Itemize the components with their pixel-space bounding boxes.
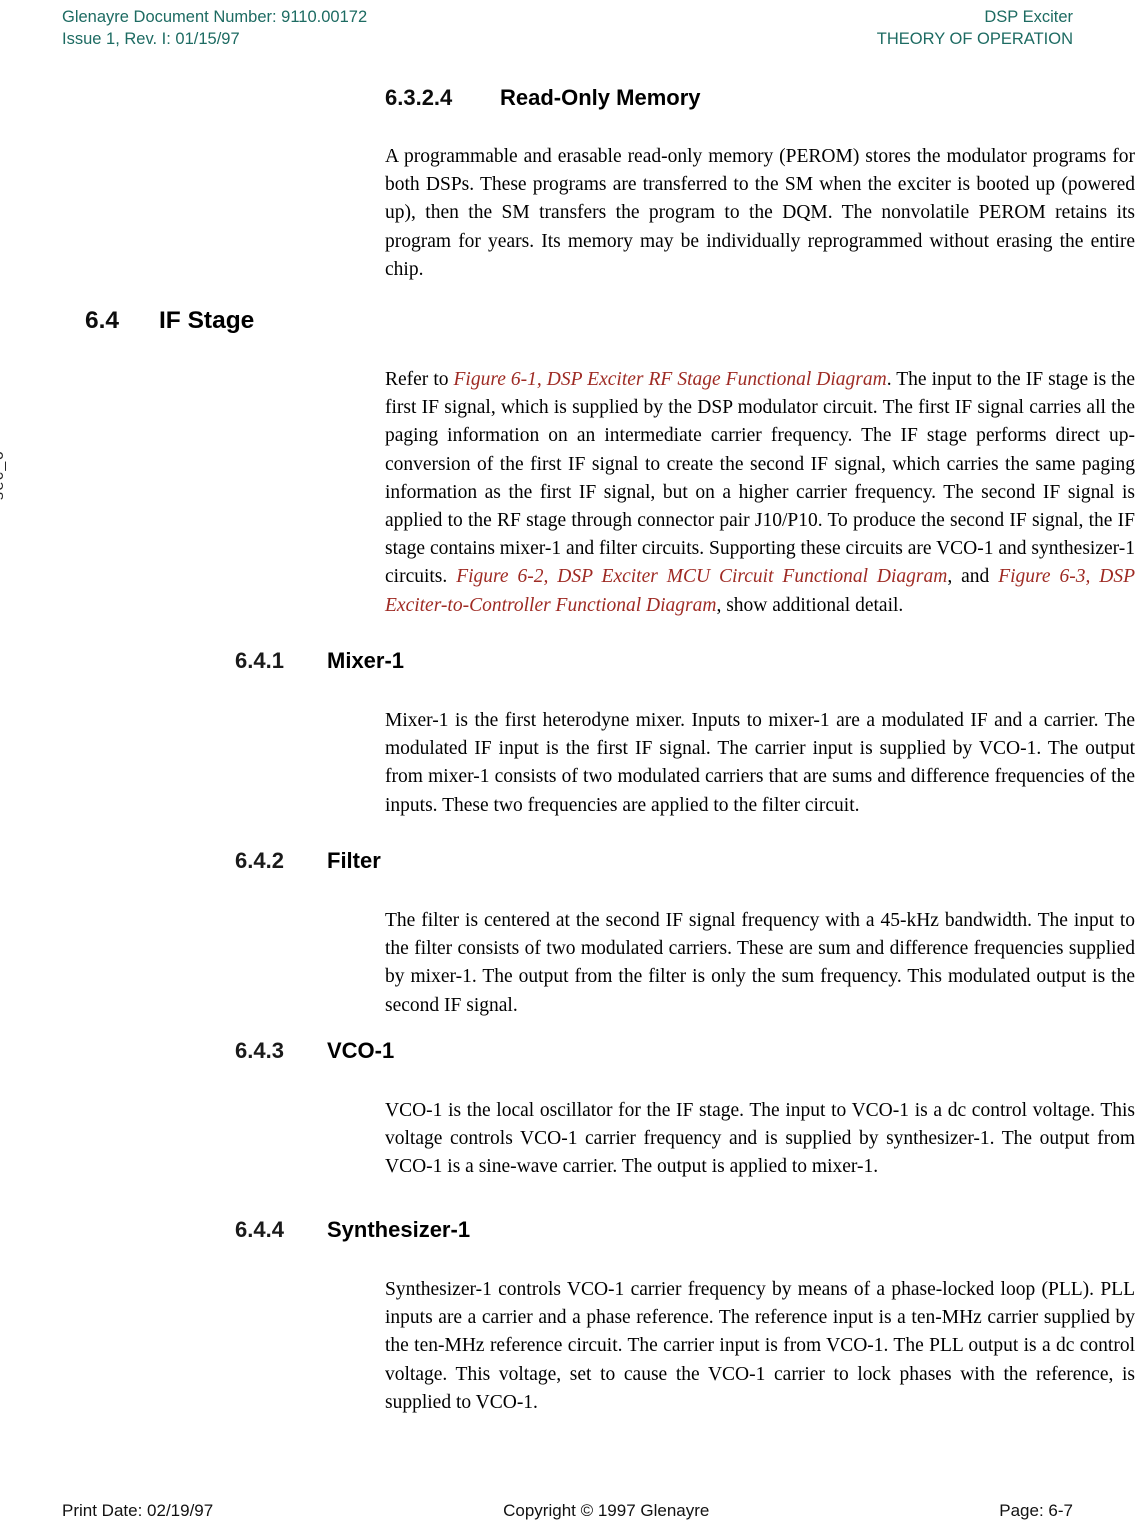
header-product-name: DSP Exciter [984,8,1073,26]
cross-reference-figure-6-1[interactable]: Figure 6-1, DSP Exciter RF Stage Functio… [454,369,887,390]
heading-6-3-2-4: 6.3.2.4 Read-Only Memory [385,84,1105,112]
heading-6-4-3-title: VCO-1 [327,1038,395,1063]
heading-6-4-title: IF Stage [159,307,255,334]
header-left-block: Glenayre Document Number: 9110.00172 Iss… [62,6,367,50]
section-side-tab-label: sec_6 [0,449,7,500]
heading-6-4-2-number: 6.4.2 [235,848,284,873]
paragraph-6-4-text-2: . The input to the IF stage is the first… [385,369,1135,588]
heading-6-4: 6.4 IF Stage [85,306,1085,336]
heading-6-4-1-number: 6.4.1 [235,648,284,673]
paragraph-6-4-4: Synthesizer-1 controls VCO-1 carrier fre… [385,1279,1135,1413]
document-page: Glenayre Document Number: 9110.00172 Iss… [0,0,1135,1537]
footer-page-number: Page: 6-7 [999,1501,1073,1520]
header-document-number: Glenayre Document Number: 9110.00172 [62,8,368,26]
heading-6-4-4-number: 6.4.4 [235,1217,284,1242]
heading-6-4-2-title: Filter [327,848,381,873]
page-header: Glenayre Document Number: 9110.00172 Iss… [62,6,1073,56]
heading-6-3-2-4-number: 6.3.2.4 [385,85,453,110]
paragraph-6-4-2: The filter is centered at the second IF … [385,910,1135,1016]
heading-6-4-3: 6.4.3 VCO-1 [235,1037,1115,1065]
footer-copyright: Copyright © 1997 Glenayre [503,1501,710,1520]
paragraph-6-4-1: Mixer-1 is the first heterodyne mixer. I… [385,710,1135,816]
header-right-block: DSP Exciter THEORY OF OPERATION [877,6,1073,50]
paragraph-6-3-2-4: A programmable and erasable read-only me… [385,146,1135,280]
heading-6-4-number: 6.4 [85,307,120,334]
cross-reference-figure-6-2[interactable]: Figure 6-2, DSP Exciter MCU Circuit Func… [456,566,947,587]
paragraph-6-4-text-3: , and [947,566,999,588]
section-side-tab: sec_6 [0,380,32,500]
heading-6-4-3-number: 6.4.3 [235,1038,284,1063]
heading-6-3-2-4-title: Read-Only Memory [500,85,701,110]
heading-6-4-4-title: Synthesizer-1 [327,1217,471,1242]
page-footer: Print Date: 02/19/97 Copyright © 1997 Gl… [62,1496,1073,1526]
header-chapter-title: THEORY OF OPERATION [876,30,1073,48]
paragraph-6-4-text-1: Refer to [385,369,454,390]
heading-6-4-1: 6.4.1 Mixer-1 [235,647,1115,675]
heading-6-4-4: 6.4.4 Synthesizer-1 [235,1216,1115,1244]
heading-6-4-1-title: Mixer-1 [327,648,405,673]
paragraph-6-4: Refer to Figure 6-1, DSP Exciter RF Stag… [385,366,1135,620]
heading-6-4-2: 6.4.2 Filter [235,847,1115,875]
paragraph-6-4-3: VCO-1 is the local oscillator for the IF… [385,1100,1135,1178]
header-issue-revision: Issue 1, Rev. I: 01/15/97 [62,30,240,48]
paragraph-6-4-text-4: , show additional detail. [716,594,904,616]
footer-print-date: Print Date: 02/19/97 [62,1501,214,1520]
